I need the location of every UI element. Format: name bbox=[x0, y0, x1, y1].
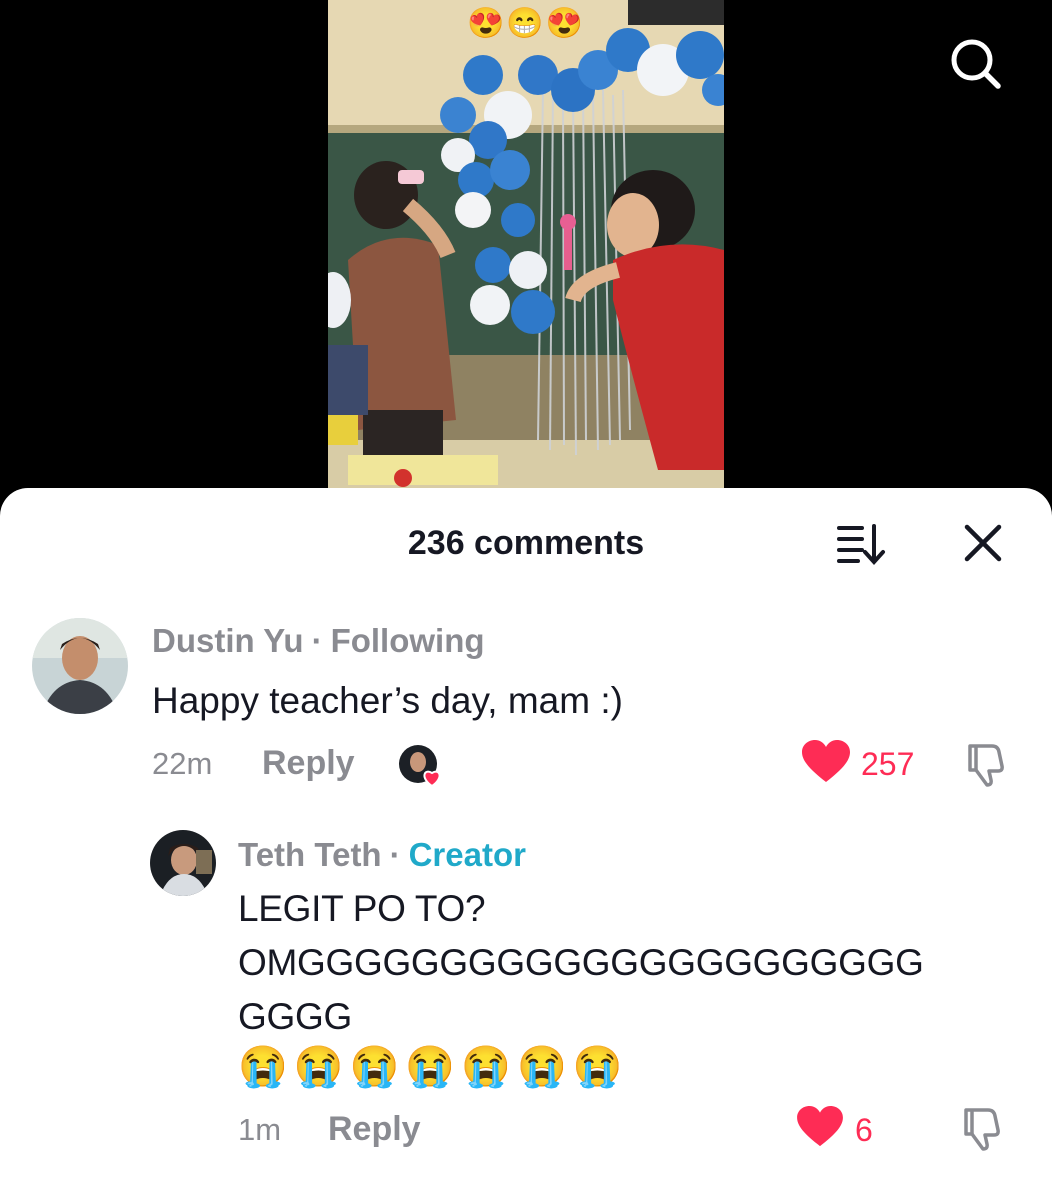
like-count: 6 bbox=[855, 1112, 873, 1148]
dislike-icon[interactable] bbox=[958, 1104, 1006, 1152]
comment-footer: 1m Reply 6 bbox=[0, 1106, 1052, 1156]
comment-meta: Dustin Yu · Following bbox=[152, 622, 485, 660]
dislike-icon[interactable] bbox=[962, 740, 1010, 788]
comment-emoji-line: 😭😭😭😭😭😭😭 bbox=[238, 1045, 629, 1089]
heart-icon[interactable] bbox=[797, 1106, 843, 1148]
comment-footer: 22m Reply 257 bbox=[0, 740, 1052, 790]
heart-icon[interactable] bbox=[802, 740, 850, 784]
comment-time: 1m bbox=[238, 1112, 282, 1147]
comment-time: 22m bbox=[152, 746, 213, 781]
video-player[interactable]: 😍😁😍 bbox=[0, 0, 1052, 500]
avatar[interactable] bbox=[150, 830, 216, 896]
video-frame[interactable]: 😍😁😍 bbox=[328, 0, 724, 500]
creator-avatar-heart-icon bbox=[399, 745, 441, 788]
sort-button[interactable] bbox=[834, 522, 890, 566]
comment-item: Dustin Yu · Following Happy teacher’s day,… bbox=[0, 608, 1052, 798]
like-count: 257 bbox=[861, 746, 915, 782]
meta-separator: · bbox=[311, 622, 323, 659]
sort-icon bbox=[837, 524, 885, 565]
close-button[interactable] bbox=[958, 518, 1008, 568]
video-thumbnail bbox=[328, 0, 724, 500]
search-icon bbox=[951, 39, 1001, 89]
search-button[interactable] bbox=[944, 32, 1008, 96]
creator-tag: Creator bbox=[408, 836, 526, 873]
comment-count: 236 comments bbox=[407, 524, 645, 562]
video-overlay-emoji: 😍😁😍 bbox=[466, 7, 586, 40]
reply-comment-item: Teth Teth · Creator LEGIT PO TO? OMGGGGGGG… bbox=[0, 826, 1052, 1200]
reply-button[interactable]: Reply bbox=[328, 1110, 421, 1149]
creator-liked-badge bbox=[398, 744, 442, 788]
meta-separator: · bbox=[389, 836, 401, 873]
comments-header: 236 comments bbox=[0, 488, 1052, 598]
avatar[interactable] bbox=[32, 618, 128, 714]
reply-button[interactable]: Reply bbox=[262, 744, 355, 783]
comments-panel: 236 comments Dustin Yu · Following Happy… bbox=[0, 488, 1052, 1200]
comment-author[interactable]: Dustin Yu bbox=[152, 622, 304, 659]
comment-meta: Teth Teth · Creator bbox=[238, 836, 526, 874]
comment-text: LEGIT PO TO? OMGGGGGGGGGGGGGGGGGGGGGG GG… bbox=[238, 888, 924, 1037]
comment-text: Happy teacher’s day, mam :) bbox=[152, 680, 623, 721]
following-tag: Following bbox=[330, 622, 485, 659]
comment-author[interactable]: Teth Teth bbox=[238, 836, 382, 873]
close-icon bbox=[964, 524, 1002, 562]
